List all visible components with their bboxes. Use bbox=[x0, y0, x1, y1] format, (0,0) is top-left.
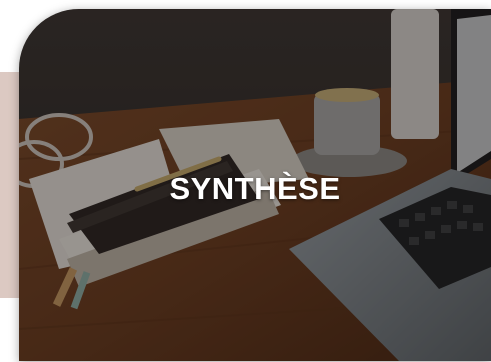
tile-title: SYNTHÈSE bbox=[169, 171, 341, 206]
synthese-tile[interactable]: SYNTHÈSE bbox=[19, 9, 491, 361]
